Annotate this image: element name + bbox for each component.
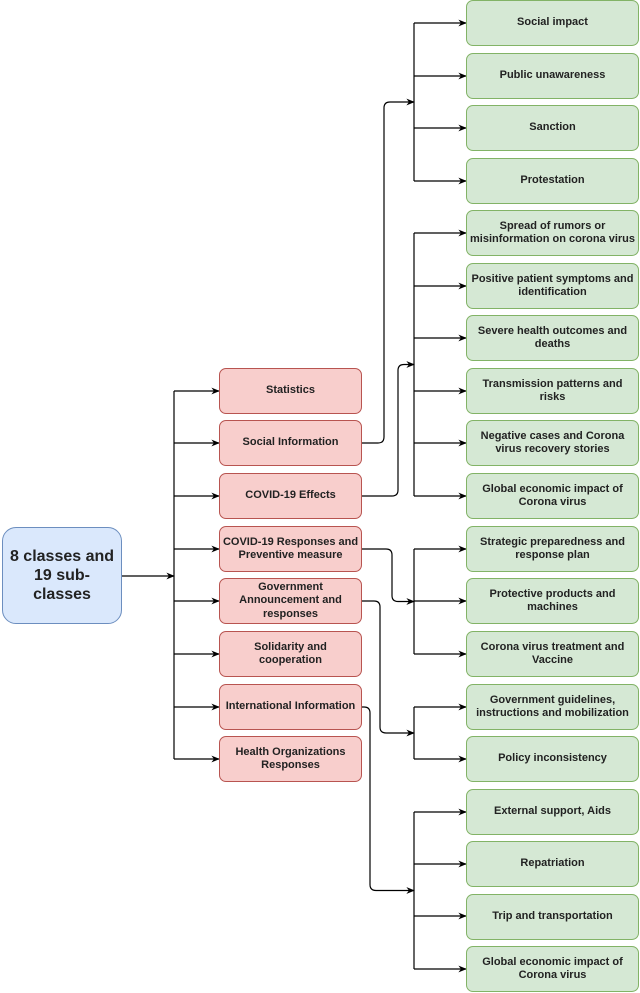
subclass-node-government-guidelines[interactable]: Government guidelines, instructions and … bbox=[466, 684, 639, 730]
class-node-solidarity[interactable]: Solidarity and cooperation bbox=[219, 631, 362, 677]
subclass-label: Spread of rumors or misinformation on co… bbox=[469, 219, 636, 245]
subclass-node-repatriation[interactable]: Repatriation bbox=[466, 841, 639, 887]
subclass-label: Transmission patterns and risks bbox=[482, 377, 623, 403]
subclass-node-strategic-preparedness[interactable]: Strategic preparedness and response plan bbox=[466, 526, 639, 572]
subclass-node-protective-products[interactable]: Protective products and machines bbox=[466, 578, 639, 624]
subclass-label: Severe health outcomes and deaths bbox=[477, 324, 628, 350]
subclass-label: Corona virus treatment and Vaccine bbox=[480, 640, 625, 666]
subclass-label: Strategic preparedness and response plan bbox=[480, 535, 625, 561]
edge-class-to-group bbox=[362, 98, 415, 444]
subclass-node-sanction[interactable]: Sanction bbox=[466, 105, 639, 151]
class-label: Government Announcement and responses bbox=[239, 581, 342, 620]
subclass-node-external-support[interactable]: External support, Aids bbox=[466, 789, 639, 835]
subclass-label: Public unawareness bbox=[499, 69, 606, 82]
subclass-node-global-economic-2[interactable]: Global economic impact of Corona virus bbox=[466, 946, 639, 992]
subclass-label: Social impact bbox=[517, 16, 588, 29]
subclass-node-positive-patient[interactable]: Positive patient symptoms and identifica… bbox=[466, 263, 639, 309]
edge-class-to-group bbox=[362, 706, 415, 894]
subclass-label: Positive patient symptoms and identifica… bbox=[471, 272, 634, 298]
subclass-node-treatment-vaccine[interactable]: Corona virus treatment and Vaccine bbox=[466, 631, 639, 677]
subclass-label: Repatriation bbox=[520, 857, 585, 870]
class-node-statistics[interactable]: Statistics bbox=[219, 368, 362, 414]
subclass-node-global-economic-1[interactable]: Global economic impact of Corona virus bbox=[466, 473, 639, 519]
class-node-international-information[interactable]: International Information bbox=[219, 684, 362, 730]
class-label: Social Information bbox=[242, 436, 339, 449]
subclass-node-severe-outcomes[interactable]: Severe health outcomes and deaths bbox=[466, 315, 639, 361]
class-node-covid19-responses[interactable]: COVID-19 Responses and Preventive measur… bbox=[219, 526, 362, 572]
class-label: Health Organizations Responses bbox=[235, 745, 346, 771]
root-label-line2: 19 sub-classes bbox=[33, 566, 91, 604]
subclass-node-public-unawareness[interactable]: Public unawareness bbox=[466, 53, 639, 99]
subclass-label: Global economic impact of Corona virus bbox=[482, 955, 623, 981]
subclass-label: Global economic impact of Corona virus bbox=[482, 482, 623, 508]
class-node-social-information[interactable]: Social Information bbox=[219, 420, 362, 466]
subclass-node-rumors[interactable]: Spread of rumors or misinformation on co… bbox=[466, 210, 639, 256]
subclass-label: Trip and transportation bbox=[492, 910, 613, 923]
class-label: Solidarity and cooperation bbox=[254, 640, 327, 666]
subclass-label: Protective products and machines bbox=[489, 587, 616, 613]
root-label-line1: 8 classes and bbox=[9, 547, 115, 565]
subclass-node-social-impact[interactable]: Social impact bbox=[466, 0, 639, 46]
class-label: Statistics bbox=[266, 384, 315, 397]
class-label: COVID-19 Responses and Preventive measur… bbox=[222, 535, 359, 561]
subclass-label: Sanction bbox=[529, 121, 576, 134]
subclass-node-policy-inconsistency[interactable]: Policy inconsistency bbox=[466, 736, 639, 782]
subclass-node-transmission[interactable]: Transmission patterns and risks bbox=[466, 368, 639, 414]
subclass-node-negative-cases[interactable]: Negative cases and Corona virus recovery… bbox=[466, 420, 639, 466]
subclass-node-protestation[interactable]: Protestation bbox=[466, 158, 639, 204]
subclass-label: Policy inconsistency bbox=[498, 752, 607, 765]
edge-class-to-group bbox=[362, 361, 415, 497]
edge-class-to-group bbox=[362, 548, 415, 605]
subclass-label: Negative cases and Corona virus recovery… bbox=[480, 429, 625, 455]
class-node-government-announcement[interactable]: Government Announcement and responses bbox=[219, 578, 362, 624]
subclass-label: External support, Aids bbox=[494, 805, 611, 818]
root-node[interactable]: 8 classes and 19 sub-classes bbox=[2, 527, 122, 624]
subclass-label: Protestation bbox=[520, 174, 585, 187]
class-label: International Information bbox=[225, 700, 356, 713]
class-node-covid19-effects[interactable]: COVID-19 Effects bbox=[219, 473, 362, 519]
subclass-node-trip-transportation[interactable]: Trip and transportation bbox=[466, 894, 639, 940]
subclass-label: Government guidelines, instructions and … bbox=[476, 693, 629, 719]
class-label: COVID-19 Effects bbox=[245, 489, 336, 502]
class-node-health-organizations[interactable]: Health Organizations Responses bbox=[219, 736, 362, 782]
